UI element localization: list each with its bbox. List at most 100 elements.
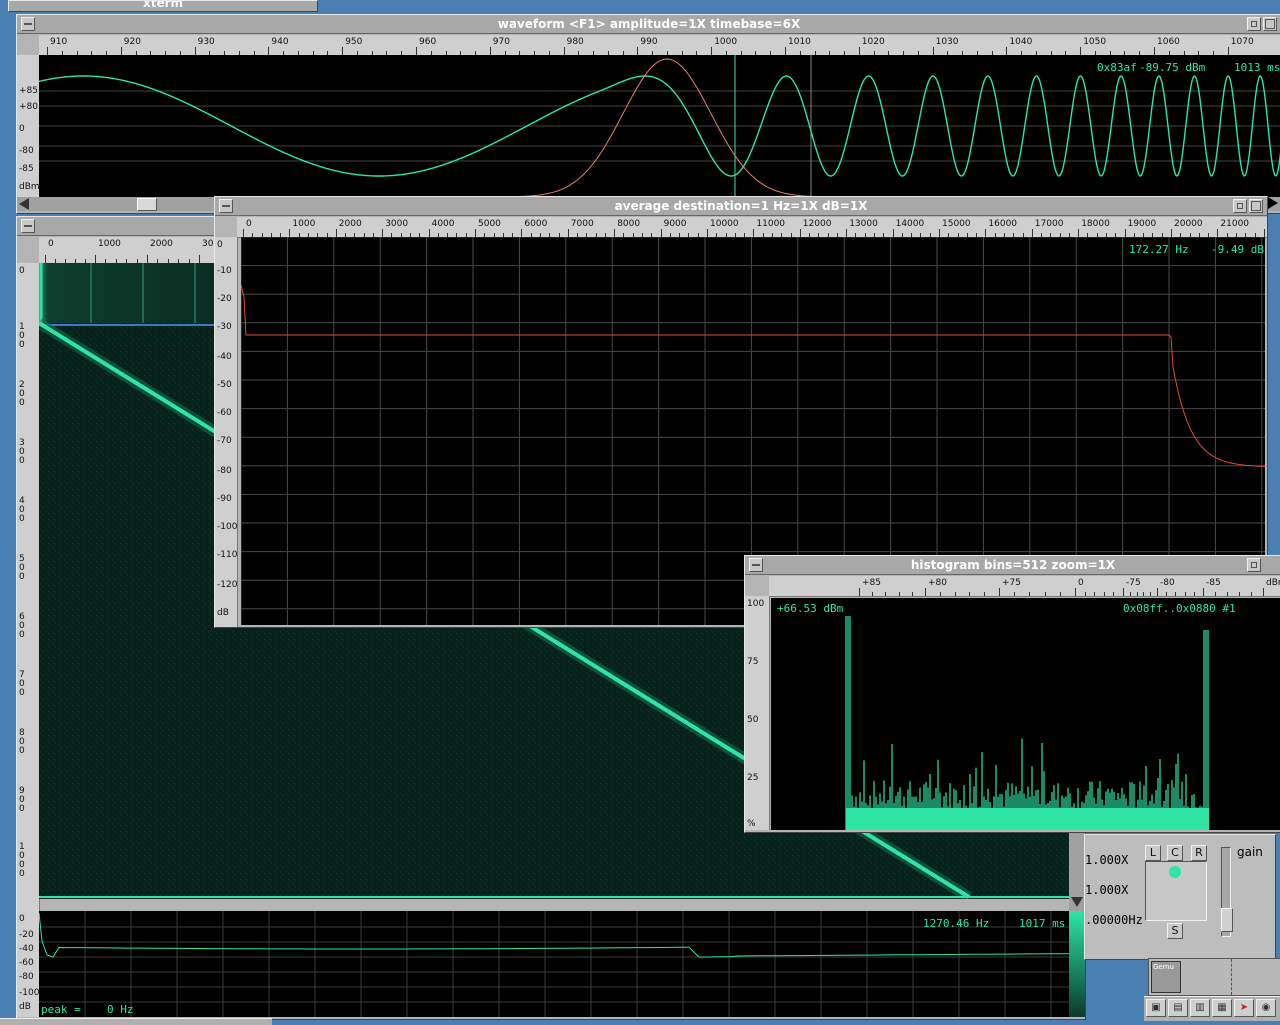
ruler-tick <box>416 47 417 55</box>
waveform-amplitude-ruler[interactable]: +85 +80 0 -80 -85 dBm <box>17 55 40 197</box>
window-menu-button[interactable] <box>219 199 233 213</box>
ruler-tick <box>489 47 491 55</box>
ruler-label: 980 <box>566 37 584 47</box>
ruler-tick <box>939 229 940 237</box>
ruler-label: 7000 <box>570 219 594 229</box>
waveform-plot[interactable]: 0x83af -89.75 dBm 1013 ms <box>39 55 1280 197</box>
scroll-right-arrow[interactable] <box>1268 197 1278 209</box>
ruler-label: Hz <box>1267 219 1268 229</box>
ruler-label: 5000 <box>478 219 501 229</box>
ruler-minor-tick <box>1251 592 1252 596</box>
histogram-readout-level: +66.53 dBm <box>777 602 844 615</box>
ruler-label: 0 <box>19 266 25 276</box>
ruler-label: 20000 <box>1174 219 1203 229</box>
histogram-bars-svg <box>845 616 1209 830</box>
ruler-tick <box>614 229 616 237</box>
lower-strip-readout-time: 1017 ms <box>1019 917 1066 930</box>
solo-button[interactable]: S <box>1167 923 1183 939</box>
ruler-tick <box>1217 229 1219 237</box>
ruler-label: 4000 <box>431 219 455 229</box>
average-db-ruler[interactable]: 0 -10 -20 -30 -40 -50 -60 -70 -80 -90 -100 -110 -120… <box>215 237 238 627</box>
ruler-label: 950 <box>345 37 363 47</box>
ruler-minor-tick <box>1215 592 1216 596</box>
ruler-label: -100 <box>217 522 238 532</box>
scroll-thumb[interactable] <box>137 198 157 211</box>
ruler-label: 990 <box>640 37 658 47</box>
ruler-minor-tick <box>939 592 941 596</box>
ruler-label: 910 <box>50 37 68 47</box>
ruler-label: -40 <box>19 944 34 954</box>
terminal-icon[interactable]: ▣ <box>1146 999 1166 1017</box>
ruler-label: 8000 <box>617 219 641 229</box>
channel-center-button[interactable]: C <box>1167 845 1183 861</box>
spectrogram-time-ruler[interactable]: 0 1 0 0 2 0 0 3 0 0 4 0 0 5 0 0 6 0 0 7 0 0 8 0 … <box>17 263 40 911</box>
pan-pad[interactable] <box>1145 861 1207 921</box>
ruler-label: 1070 <box>1230 37 1254 47</box>
lower-strip-plot[interactable]: 1270.46 Hz 1017 ms peak = 0 Hz <box>39 911 1069 1017</box>
scroll-down-arrow[interactable] <box>1071 897 1083 907</box>
floppy-icon[interactable]: ▥ <box>1190 999 1210 1017</box>
ruler-label: 0 <box>246 219 252 229</box>
minimize-button[interactable] <box>1247 558 1261 572</box>
ruler-minor-tick <box>1103 592 1105 596</box>
ruler-tick <box>932 47 934 55</box>
minimize-button[interactable] <box>1247 17 1261 31</box>
channel-right-button[interactable]: R <box>1191 845 1207 861</box>
maximize-button[interactable] <box>1249 199 1263 213</box>
gain-slider[interactable] <box>1221 847 1233 937</box>
window-menu-button[interactable] <box>21 219 35 233</box>
histogram-titlebar[interactable]: histogram bins=512 zoom=1X <box>745 556 1280 575</box>
ruler-label: 17000 <box>1034 219 1064 229</box>
minimize-button[interactable] <box>1233 199 1247 213</box>
ruler-label: -80 <box>217 466 232 476</box>
ruler-label: % <box>747 819 756 829</box>
average-titlebar[interactable]: average destination=1 Hz=1X dB=1X <box>215 197 1267 216</box>
ruler-label: -80 <box>19 972 34 982</box>
ruler-label: 75 <box>747 657 759 667</box>
waveform-time-ruler[interactable]: 910 920 930 940 950 960 970 980 990 1000 1010 1020 1… <box>39 35 1280 56</box>
waveform-titlebar[interactable]: waveform <F1> amplitude=1X timebase=6X <box>17 15 1280 34</box>
lower-strip-db-ruler[interactable]: 0 -20 -40 -60 -80 -100 dB <box>17 911 40 1017</box>
ruler-label: 6 0 0 <box>19 612 25 640</box>
ruler-minor-tick <box>911 592 913 596</box>
histogram-level-ruler[interactable]: +85 +80 +75 0 -75 -80 -85 dBm <box>769 576 1280 597</box>
ruler-tick <box>1171 229 1172 237</box>
ruler-label: 1060 <box>1157 37 1180 47</box>
ruler-minor-tick <box>1044 592 1046 596</box>
ruler-label: 15000 <box>942 219 971 229</box>
window-menu-button[interactable] <box>21 17 35 31</box>
window-menu-button[interactable] <box>749 558 763 572</box>
calculator-icon[interactable]: ▦ <box>1212 999 1232 1017</box>
channel-left-button[interactable]: L <box>1145 845 1161 861</box>
histogram-percent-ruler[interactable]: 100 75 50 25% <box>745 596 770 830</box>
monitor-icon[interactable]: ▤ <box>1168 999 1188 1017</box>
ruler-tick <box>1031 229 1033 237</box>
fish-icon[interactable]: ➤ <box>1234 999 1254 1017</box>
desktop-pager[interactable]: Gemu <box>1148 958 1280 996</box>
waveform-readout-addr: 0x83af <box>1097 61 1137 74</box>
ruler-tick <box>289 229 291 237</box>
ruler-tick <box>1075 588 1076 596</box>
control-value-2: 1.000X <box>1085 883 1129 897</box>
ruler-minor-tick <box>969 592 971 596</box>
ruler-tick <box>1006 47 1008 55</box>
scroll-left-arrow[interactable] <box>19 198 29 210</box>
ruler-tick <box>45 255 46 263</box>
ruler-tick <box>1124 229 1126 237</box>
ruler-label: 21000 <box>1220 219 1250 229</box>
ruler-label: -10 <box>217 266 232 276</box>
histogram-plot[interactable]: +66.53 dBm 0x08ff..0x0880 #1 <box>771 598 1280 830</box>
ruler-label: 1000 <box>714 37 738 47</box>
ruler-minor-tick <box>1143 592 1145 596</box>
maximize-button[interactable] <box>1263 17 1277 31</box>
power-icon[interactable]: ◉ <box>1256 999 1276 1017</box>
ruler-label: -85 <box>19 164 34 174</box>
gain-slider-thumb[interactable] <box>1221 908 1233 932</box>
gain-label: gain <box>1237 845 1263 859</box>
control-value-3: .00000Hz <box>1085 913 1143 927</box>
pager-desk-1[interactable]: Gemu <box>1151 961 1181 993</box>
average-frequency-ruler[interactable]: 0 1000 2000 3000 4000 5000 6000 7000 8000 9000 100… <box>237 217 1267 238</box>
pan-indicator[interactable] <box>1169 866 1181 878</box>
ruler-tick <box>711 47 713 55</box>
ruler-tick <box>892 229 894 237</box>
